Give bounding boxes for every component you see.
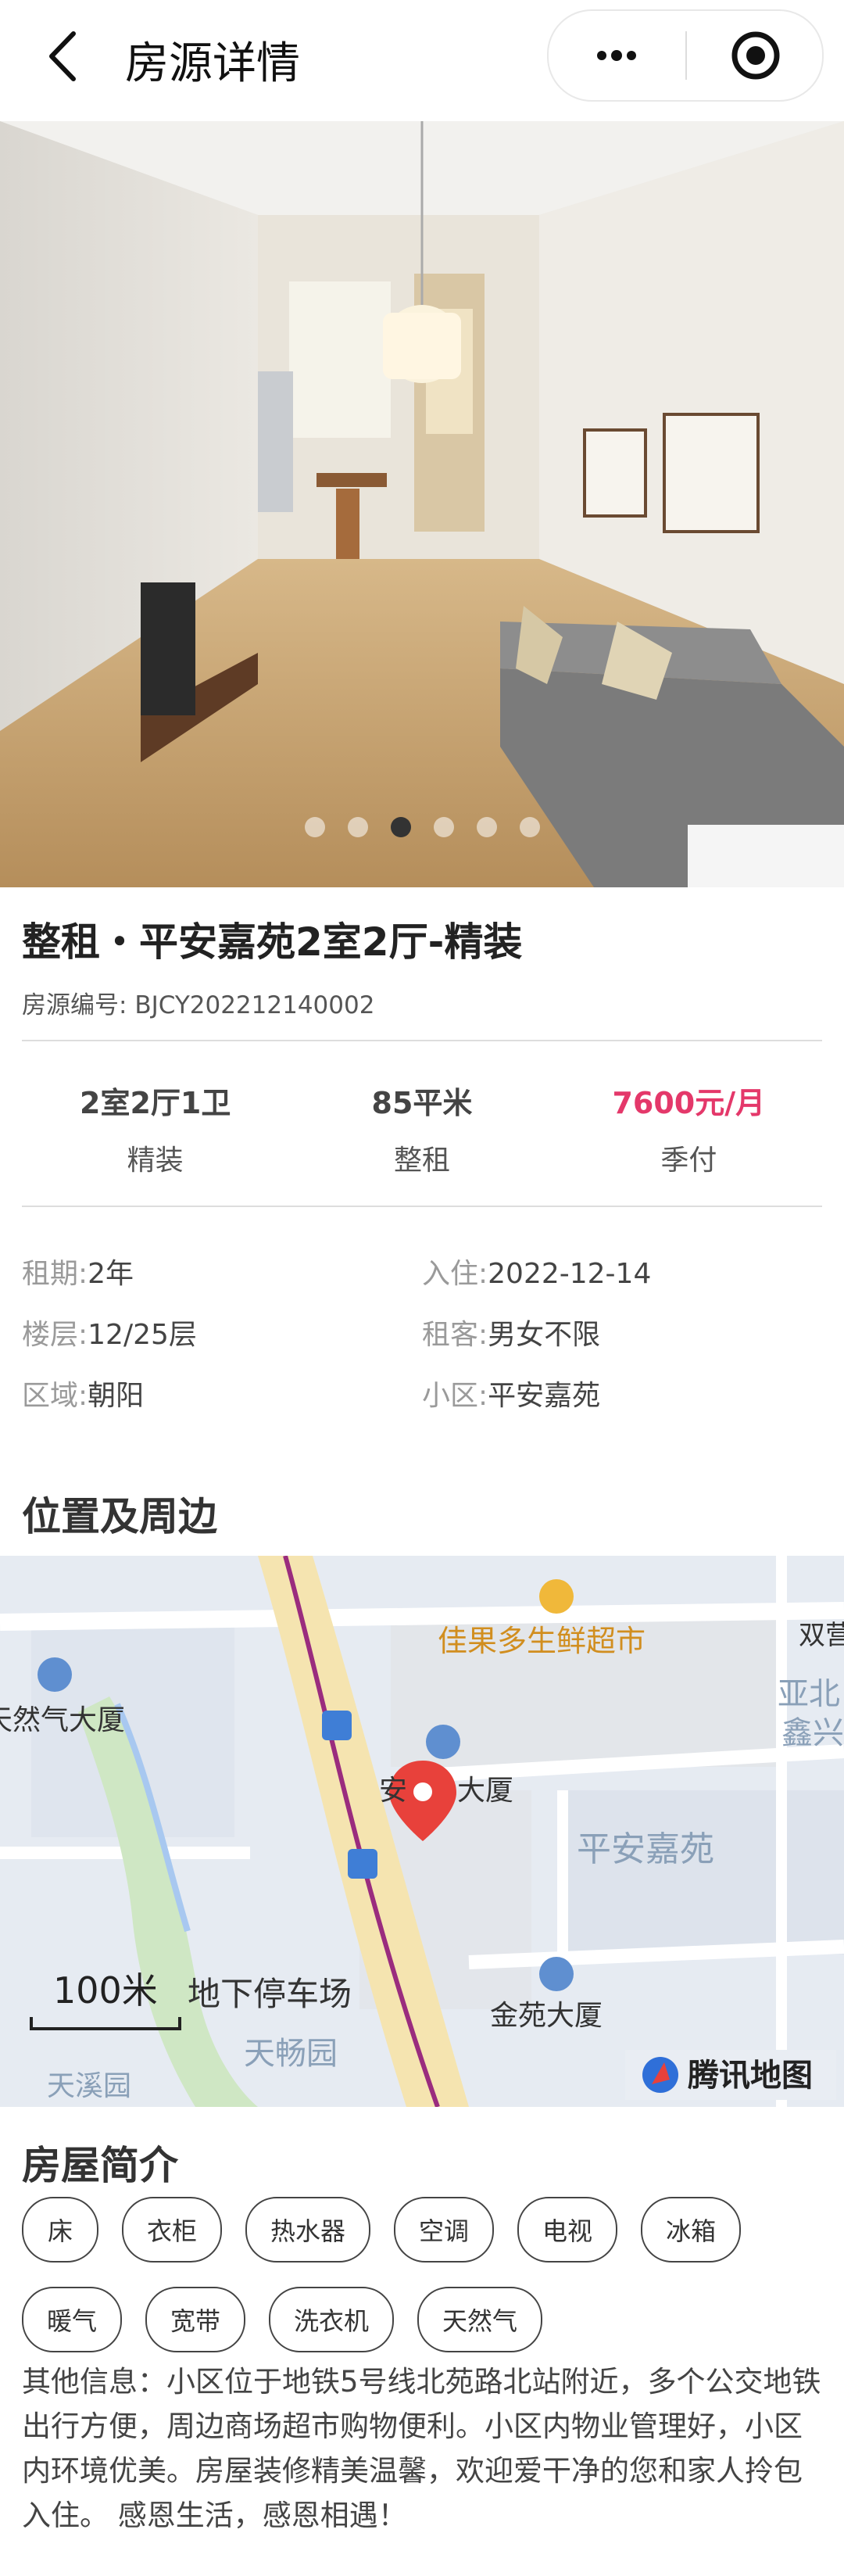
- tag-tv: 电视: [517, 2197, 618, 2263]
- key-stats: 2室2厅1卫 精装 85平米 整租 7600元/月 季付: [22, 1079, 822, 1178]
- info-key: 入住:: [422, 1258, 488, 1290]
- poi-building-a: 安: [379, 1775, 407, 1807]
- carousel-dot[interactable]: [347, 817, 368, 837]
- poi-xinxing: 鑫兴: [781, 1715, 844, 1751]
- price-value: 7600元/月: [612, 1086, 766, 1120]
- stat-value: 2室2厅1卫: [80, 1086, 231, 1120]
- info-value: 2022-12-14: [488, 1258, 652, 1290]
- top-bar: 房源详情: [0, 0, 844, 122]
- location-map[interactable]: 佳果多生鲜超市 天然气大厦 安 大厦 平安嘉苑 地下停车场 金苑大厦 天畅园 天…: [0, 1556, 844, 2107]
- tag-washer: 洗衣机: [269, 2287, 395, 2352]
- tag-ac: 空调: [394, 2197, 495, 2263]
- divider: [22, 1206, 822, 1207]
- target-icon[interactable]: [728, 28, 783, 83]
- amenity-tags: 床 衣柜 热水器 空调 电视 冰箱 暖气 宽带 洗衣机 天然气: [22, 2197, 822, 2352]
- map-canvas: 佳果多生鲜超市 天然气大厦 安 大厦 平安嘉苑 地下停车场 金苑大厦 天畅园 天…: [0, 1556, 844, 2107]
- poi-yabei: 亚北: [778, 1676, 840, 1712]
- listing-photo-carousel[interactable]: [0, 121, 844, 887]
- info-movein: 入住:2022-12-14: [422, 1251, 822, 1312]
- poi-supermarket: 佳果多生鲜超市: [438, 1624, 646, 1658]
- carousel-dot[interactable]: [476, 817, 497, 837]
- tag-bed: 床: [22, 2197, 98, 2263]
- poi-tianxi: 天溪园: [47, 2070, 131, 2102]
- listing-code-label: 房源编号:: [22, 991, 127, 1019]
- listing-title: 整租・平安嘉苑2室2厅-精装: [22, 919, 523, 965]
- info-grid: 租期:2年 入住:2022-12-14 楼层:12/25层 租客:男女不限 区域…: [22, 1251, 822, 1434]
- map-scale-label: 100米: [53, 1969, 158, 2012]
- payment-cycle: 季付: [660, 1145, 717, 1177]
- info-key: 小区:: [422, 1380, 488, 1412]
- info-community: 小区:平安嘉苑: [422, 1373, 822, 1434]
- stat-value: 85平米: [371, 1086, 473, 1120]
- info-value: 男女不限: [488, 1319, 601, 1351]
- info-value: 12/25层: [88, 1319, 197, 1351]
- info-key: 区域:: [22, 1380, 88, 1412]
- mini-program-capsule: [547, 9, 824, 102]
- poi-parking: 地下停车场: [188, 1975, 352, 2013]
- tag-water-heater: 热水器: [245, 2197, 371, 2263]
- carousel-indicator: [0, 817, 844, 837]
- room-photo: [0, 121, 844, 887]
- info-key: 租客:: [422, 1319, 488, 1351]
- info-value: 朝阳: [88, 1380, 145, 1412]
- stat-sub: 整租: [393, 1145, 450, 1177]
- poi-building-b: 大厦: [457, 1775, 513, 1807]
- info-key: 楼层:: [22, 1319, 88, 1351]
- poi-jinyuan: 金苑大厦: [490, 2000, 603, 2032]
- poi-tianchang: 天畅园: [244, 2036, 338, 2072]
- divider: [22, 1040, 822, 1041]
- info-row: 楼层:12/25层 租客:男女不限: [22, 1312, 822, 1373]
- poi-gas-building: 天然气大厦: [0, 1704, 125, 1736]
- poi-community: 平安嘉苑: [577, 1829, 714, 1869]
- info-value: 平安嘉苑: [488, 1380, 601, 1412]
- listing-code: 房源编号: BJCY202212140002: [22, 985, 374, 1020]
- stat-layout: 2室2厅1卫 精装: [22, 1079, 288, 1178]
- info-key: 租期:: [22, 1258, 88, 1290]
- tag-fridge: 冰箱: [641, 2197, 742, 2263]
- tag-heating: 暖气: [22, 2287, 123, 2352]
- page-title: 房源详情: [125, 38, 300, 89]
- map-brand: 腾讯地图: [688, 2058, 813, 2094]
- location-section-title: 位置及周边: [22, 1494, 217, 1539]
- carousel-dot[interactable]: [304, 817, 325, 837]
- tag-broadband: 宽带: [145, 2287, 246, 2352]
- carousel-dot[interactable]: [433, 817, 454, 837]
- poi-shuang: 双营: [799, 1620, 844, 1651]
- stat-price: 7600元/月 季付: [556, 1079, 822, 1178]
- info-row: 租期:2年 入住:2022-12-14: [22, 1251, 822, 1312]
- stat-area: 85平米 整租: [288, 1079, 555, 1178]
- stat-sub: 精装: [127, 1145, 184, 1177]
- intro-section-title: 房屋简介: [22, 2143, 178, 2188]
- info-row: 区域:朝阳 小区:平安嘉苑: [22, 1373, 822, 1434]
- info-tenant: 租客:男女不限: [422, 1312, 822, 1373]
- tag-wardrobe: 衣柜: [122, 2197, 223, 2263]
- info-lease: 租期:2年: [22, 1251, 422, 1312]
- tag-gas: 天然气: [417, 2287, 543, 2352]
- carousel-dot[interactable]: [519, 817, 540, 837]
- info-district: 区域:朝阳: [22, 1373, 422, 1434]
- carousel-dot-active[interactable]: [390, 817, 411, 837]
- listing-code-value: BJCY202212140002: [134, 991, 375, 1019]
- listing-description: 其他信息：小区位于地铁5号线北苑路北站附近，多个公交地铁出行方便，周边商场超市购…: [22, 2365, 821, 2532]
- capsule-divider: [685, 31, 687, 80]
- chevron-left-icon[interactable]: [31, 25, 94, 88]
- info-floor: 楼层:12/25层: [22, 1312, 422, 1373]
- more-dots-icon[interactable]: [597, 40, 636, 71]
- info-value: 2年: [88, 1258, 134, 1290]
